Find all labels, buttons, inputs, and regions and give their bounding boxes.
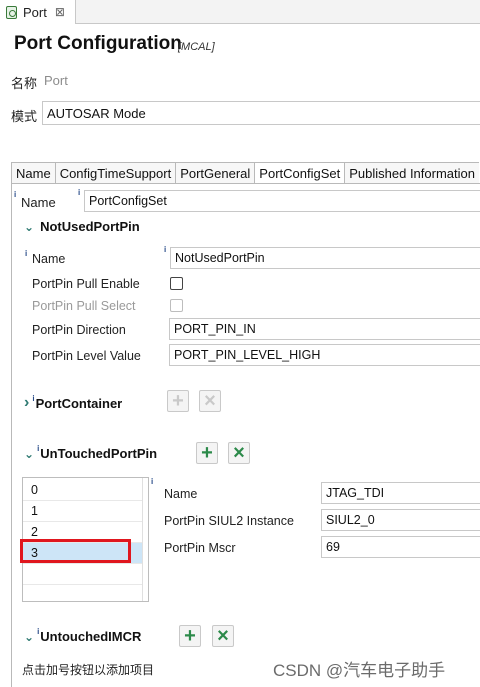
level-select[interactable]: PORT_PIN_LEVEL_HIGH	[169, 344, 480, 366]
untouched-name-label: Name	[164, 487, 198, 501]
mode-label: 模式	[11, 109, 38, 124]
tab-name[interactable]: Name	[11, 162, 55, 184]
list-scrollbar[interactable]	[142, 478, 148, 601]
add-hint-text: 点击加号按钮以添加项目	[22, 663, 155, 677]
direction-label: PortPin Direction	[32, 323, 126, 337]
remove-button[interactable]: ×	[212, 625, 234, 647]
mscr-input[interactable]: 69	[321, 536, 480, 558]
plus-icon: +	[201, 442, 213, 464]
pull-enable-checkbox[interactable]	[170, 277, 183, 290]
editor-tab-label: Port	[23, 4, 47, 20]
untouched-imcr-header[interactable]: ⌄ i UntouchedIMCR	[24, 627, 142, 644]
list-item	[23, 564, 143, 585]
section-title: PortContainer	[35, 395, 123, 411]
page-title: Port Configuration	[14, 33, 182, 54]
cross-icon: ×	[217, 625, 229, 647]
close-icon[interactable]: ⊠	[55, 5, 65, 19]
pull-enable-label: PortPin Pull Enable	[32, 277, 140, 291]
add-button: +	[167, 390, 189, 412]
editor-tab-port[interactable]: Port ⊠	[0, 0, 76, 24]
siul-instance-select[interactable]: SIUL2_0	[321, 509, 480, 531]
level-label: PortPin Level Value	[32, 349, 141, 363]
chevron-down-icon[interactable]: ⌄	[24, 220, 34, 234]
siul-instance-label: PortPin SIUL2 Instance	[164, 514, 294, 528]
remove-button[interactable]: ×	[228, 442, 250, 464]
name-label: 名称	[11, 76, 38, 91]
untouched-pin-header[interactable]: ⌄ i UnTouchedPortPin	[24, 444, 158, 461]
cross-icon: ×	[233, 442, 245, 464]
config-set-name-input[interactable]: PortConfigSet	[84, 190, 480, 212]
plus-icon: +	[172, 390, 184, 412]
tab-config-time-support[interactable]: ConfigTimeSupport	[54, 162, 176, 184]
list-item[interactable]: 0	[23, 480, 143, 501]
config-set-name-label: Name	[21, 195, 56, 210]
untouched-name-input[interactable]: JTAG_TDI	[321, 482, 480, 504]
not-used-name-input[interactable]: NotUsedPortPin	[170, 247, 480, 269]
not-used-name-label: Name	[32, 252, 66, 266]
add-button[interactable]: +	[179, 625, 201, 647]
info-icon: i	[164, 245, 167, 254]
info-icon: i	[78, 188, 81, 197]
tab-published-information[interactable]: Published Information	[344, 162, 479, 184]
watermark: CSDN @汽车电子助手	[273, 661, 446, 680]
chevron-right-icon[interactable]: ›	[24, 394, 29, 412]
pull-select-label: PortPin Pull Select	[32, 299, 136, 313]
info-icon: i	[151, 477, 154, 486]
port-container-header[interactable]: › i PortContainer	[24, 394, 122, 412]
remove-button: ×	[199, 390, 221, 412]
chevron-down-icon[interactable]: ⌄	[24, 447, 34, 461]
config-tabs: Name ConfigTimeSupport PortGeneral PortC…	[11, 162, 480, 184]
info-icon: i	[32, 393, 35, 403]
page-subtitle: [MCAL]	[178, 41, 215, 53]
tab-port-general[interactable]: PortGeneral	[175, 162, 255, 184]
cross-icon: ×	[204, 390, 216, 412]
pull-select-checkbox	[170, 299, 183, 312]
add-button[interactable]: +	[196, 442, 218, 464]
list-item[interactable]: 1	[23, 501, 143, 522]
module-name-value: Port	[44, 73, 68, 88]
section-title: UntouchedIMCR	[40, 629, 142, 644]
plus-icon: +	[184, 625, 196, 647]
not-used-pin-header[interactable]: ⌄ NotUsedPortPin	[24, 219, 140, 234]
mscr-label: PortPin Mscr	[164, 541, 236, 555]
info-icon: i	[37, 627, 40, 636]
info-icon: i	[14, 190, 17, 199]
chevron-down-icon[interactable]: ⌄	[24, 630, 34, 644]
mode-select[interactable]: AUTOSAR Mode	[42, 101, 480, 125]
port-file-icon	[6, 5, 17, 19]
tab-port-config-set[interactable]: PortConfigSet	[254, 162, 345, 184]
section-title: NotUsedPortPin	[40, 219, 140, 234]
direction-select[interactable]: PORT_PIN_IN	[169, 318, 480, 340]
info-icon: i	[25, 249, 28, 258]
info-icon: i	[37, 444, 40, 453]
section-title: UnTouchedPortPin	[40, 446, 158, 461]
selection-highlight-box	[20, 539, 131, 563]
